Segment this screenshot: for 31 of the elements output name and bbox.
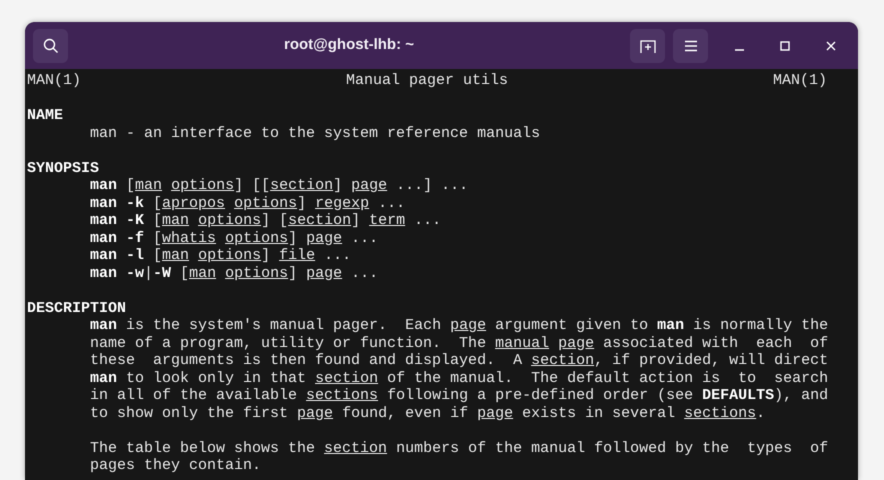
text-line: The table below shows the section numbers of the manual followed by the types of bbox=[89, 440, 828, 457]
window-title: root@ghost-lhb: ~ bbox=[284, 35, 414, 56]
page-header-title: Manual pager utils bbox=[346, 72, 508, 90]
text-line: man - an interface to the system reference manuals bbox=[89, 124, 540, 142]
page-header-name: MAN(1) bbox=[772, 72, 827, 90]
menu-icon bbox=[684, 40, 698, 52]
menu-button[interactable] bbox=[673, 28, 708, 62]
maximize-icon bbox=[780, 40, 790, 50]
text-line: man -k [apropos options] regexp ... bbox=[89, 194, 406, 212]
new-tab-button[interactable] bbox=[630, 28, 665, 62]
section-heading: DESCRIPTION bbox=[27, 300, 126, 317]
text-line: in all of the available sections following a pre-defined order (see DEFAULTS), and bbox=[89, 387, 828, 404]
minimize-icon bbox=[734, 48, 744, 50]
section-heading: NAME bbox=[27, 107, 64, 124]
page-header-name: MAN(1) bbox=[27, 72, 82, 90]
section-heading: SYNOPSIS bbox=[27, 160, 100, 177]
search-button[interactable] bbox=[33, 28, 68, 62]
text-line: name of a program, utility or function. The manual page associated with each of bbox=[89, 334, 828, 352]
text-line: man is the system's manual pager. Each page argument given to man is normally the bbox=[89, 317, 828, 334]
text-line: man -K [man options] [section] term ... bbox=[89, 212, 442, 230]
close-icon bbox=[826, 40, 836, 50]
search-icon bbox=[42, 38, 58, 54]
text-line: man -l [man options] file ... bbox=[89, 247, 352, 264]
text-line: pages they contain. bbox=[89, 457, 262, 474]
text-line: man -w|-W [man options] page ... bbox=[89, 264, 378, 282]
text-line: man -f [whatis options] page ... bbox=[89, 230, 378, 247]
text-line: man [man options] [[section] page ...] ... bbox=[89, 177, 468, 194]
text-line: these arguments is then found and displayed. A section, if provided, will direct bbox=[89, 352, 828, 370]
text-line: man to look only in that section of the manual. The default action is to search bbox=[89, 370, 828, 387]
new-tab-icon bbox=[640, 38, 656, 54]
text-line: to show only the first page found, even if page exists in several sections. bbox=[89, 404, 766, 422]
